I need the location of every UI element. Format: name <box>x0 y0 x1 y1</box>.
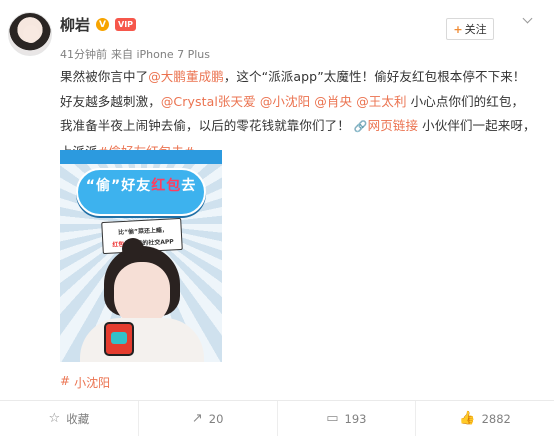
follow-button[interactable]: + 关注 <box>446 18 494 40</box>
plus-icon: + <box>453 22 463 36</box>
like-icon: 👍 <box>459 411 476 426</box>
phone-screen <box>111 332 127 344</box>
post-image[interactable]: “偷”好友红包去 比“偷”菜还上瘾， 红包能赚现的社交APP <box>60 150 222 362</box>
avatar-face <box>23 25 39 43</box>
mention-link[interactable]: @Crystal张天爱 <box>161 94 256 109</box>
like-button[interactable]: 👍 2882 <box>416 401 554 436</box>
image-title: “偷”好友红包去 <box>84 175 198 195</box>
link-icon[interactable]: 🔗 <box>354 120 368 133</box>
mention-link[interactable]: @小沈阳 <box>260 94 310 109</box>
mention-link[interactable]: @王太利 <box>356 94 406 109</box>
favorite-label: 收藏 <box>66 411 90 426</box>
post-time[interactable]: 41分钟前 <box>60 46 107 62</box>
avatar[interactable] <box>8 12 52 56</box>
image-title-part-a: “偷”好友 <box>85 178 152 194</box>
repost-label: 20 <box>208 411 224 426</box>
like-label: 2882 <box>481 411 511 426</box>
user-header: 柳岩 V VIP <box>60 14 137 35</box>
action-bar: ☆ 收藏 ↗ 20 ▭ 193 👍 2882 <box>0 401 554 436</box>
comment-icon: ▭ <box>326 411 339 426</box>
image-title-part-b: 红包 <box>151 178 182 194</box>
post-meta: 41分钟前 来自 iPhone 7 Plus <box>60 46 210 62</box>
follow-label: 关注 <box>464 23 487 36</box>
comment-button[interactable]: ▭ 193 <box>278 401 417 436</box>
web-link[interactable]: 网页链接 <box>368 118 418 133</box>
image-title-part-c: 去 <box>181 178 197 194</box>
portrait-face <box>114 262 170 326</box>
image-top-band <box>60 150 222 164</box>
portrait-body <box>80 318 204 362</box>
user-name[interactable]: 柳岩 <box>60 14 90 35</box>
topic-label: 小沈阳 <box>74 376 111 390</box>
comment-label: 193 <box>344 411 367 426</box>
hash-icon: # <box>60 374 71 388</box>
mention-link[interactable]: @大鹏董成鹏 <box>148 69 224 84</box>
post-source: 来自 iPhone 7 Plus <box>111 48 211 61</box>
repost-icon: ↗ <box>191 411 203 426</box>
post-text-segment: 果然被你言中了 <box>60 69 149 84</box>
verified-badge-icon: V <box>96 18 110 31</box>
repost-button[interactable]: ↗ 20 <box>139 401 278 436</box>
portrait-bun <box>122 238 144 260</box>
topic-tag[interactable]: # 小沈阳 <box>60 374 110 391</box>
favorite-icon: ☆ <box>48 411 61 426</box>
mention-link[interactable]: @肖央 <box>314 94 352 109</box>
chevron-down-icon[interactable] <box>522 14 534 26</box>
vip-badge-icon: VIP <box>115 18 137 31</box>
favorite-button[interactable]: ☆ 收藏 <box>0 401 139 436</box>
